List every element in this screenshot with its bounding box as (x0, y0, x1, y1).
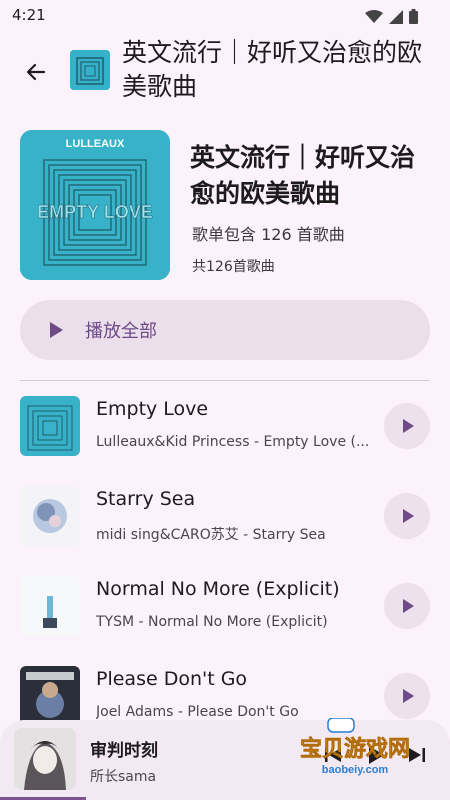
song-thumbnail (20, 396, 80, 456)
song-thumbnail (20, 486, 80, 546)
divider (20, 380, 430, 381)
playlist-title: 英文流行｜好听又治愈的欧美歌曲 (190, 143, 416, 208)
skip-next-icon[interactable] (408, 746, 426, 764)
mini-player-thumbnail (14, 728, 76, 790)
song-title: Normal No More (Explicit) (96, 578, 340, 600)
song-play-button[interactable] (384, 403, 430, 449)
header-playlist-thumbnail (70, 50, 110, 90)
playlist-cover: LULLEAUX EMPTY LOVE (20, 130, 170, 280)
play-icon (403, 509, 414, 523)
song-title: Empty Love (96, 398, 209, 420)
song-subtitle: Lulleaux&Kid Princess - Empty Love (... (96, 434, 370, 450)
song-thumbnail (20, 576, 80, 636)
skip-previous-icon[interactable] (324, 746, 342, 764)
song-subtitle: midi sing&CARO苏艾 - Starry Sea (96, 527, 326, 543)
play-icon (403, 419, 414, 433)
song-thumbnail (20, 666, 80, 726)
mini-player-controls (324, 744, 426, 766)
signal-icon (389, 9, 403, 24)
status-time: 4:21 (12, 6, 46, 24)
app-header: 英文流行｜好听又治愈的欧美歌曲 (0, 34, 450, 114)
song-item[interactable]: Starry Sea midi sing&CARO苏艾 - Starry Sea (0, 486, 450, 576)
song-subtitle: TYSM - Normal No More (Explicit) (96, 614, 328, 630)
cover-art-text: EMPTY LOVE (37, 202, 153, 222)
header-title: 英文流行｜好听又治愈的欧美歌曲 (122, 38, 423, 101)
play-all-label: 播放全部 (85, 321, 157, 342)
play-all-button[interactable]: 播放全部 (20, 300, 430, 360)
play-icon[interactable] (364, 744, 386, 766)
song-item[interactable]: Normal No More (Explicit) TYSM - Normal … (0, 576, 450, 666)
wifi-icon (365, 9, 383, 23)
battery-icon (409, 9, 418, 24)
play-icon (50, 322, 63, 338)
song-title: Please Don't Go (96, 668, 248, 690)
play-icon (403, 599, 414, 613)
playlist-description: 歌单包含 126 首歌曲 (192, 225, 345, 244)
song-title: Starry Sea (96, 488, 196, 510)
status-icons (365, 9, 418, 24)
song-play-button[interactable] (384, 583, 430, 629)
song-subtitle: Joel Adams - Please Don't Go (96, 704, 299, 720)
arrow-back-icon (26, 63, 46, 81)
mini-player-title: 审判时刻 (90, 741, 158, 761)
song-item[interactable]: Empty Love Lulleaux&Kid Princess - Empty… (0, 396, 450, 486)
status-bar: 4:21 (0, 0, 450, 34)
cover-label: LULLEAUX (66, 138, 125, 150)
playlist-song-count: 共126首歌曲 (192, 259, 275, 275)
song-play-button[interactable] (384, 673, 430, 719)
play-icon (403, 689, 414, 703)
song-play-button[interactable] (384, 493, 430, 539)
back-button[interactable] (20, 56, 52, 88)
mini-player[interactable]: 审判时刻 所长sama (0, 720, 450, 800)
mini-player-artist: 所长sama (90, 769, 157, 785)
